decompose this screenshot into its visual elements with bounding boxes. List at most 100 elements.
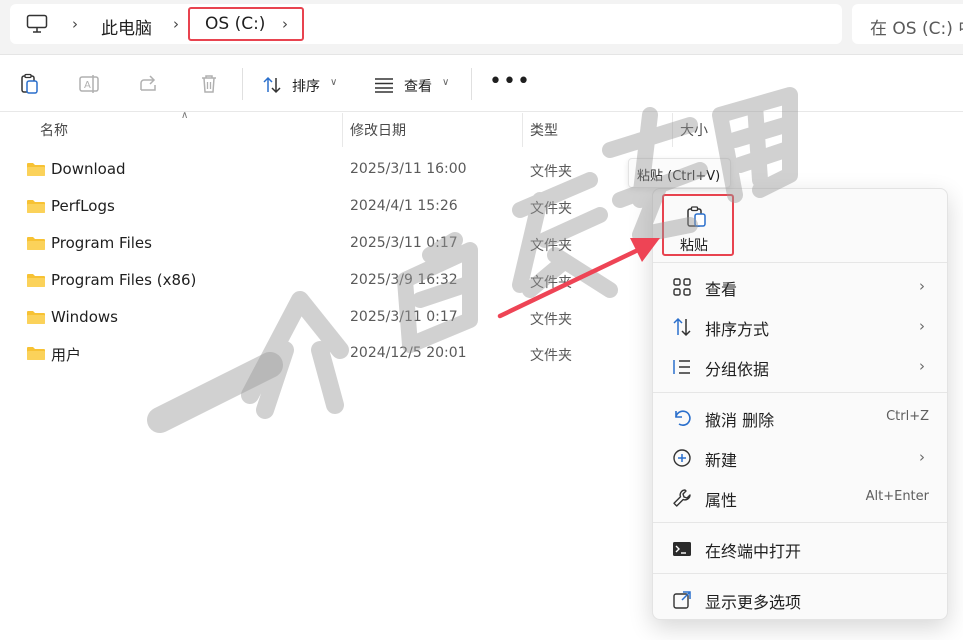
column-header-row: 名称 修改日期 类型 大小 [0,113,963,147]
menu-divider [653,262,947,263]
delete-icon[interactable] [197,72,221,96]
copy-icon[interactable] [18,72,42,96]
toolbar-divider [242,68,243,100]
computer-icon[interactable] [26,14,48,34]
sort-button[interactable]: 排序 ∨ [258,70,344,100]
sort-label: 排序 [292,79,320,95]
breadcrumb-this-pc[interactable]: 此电脑 [101,14,152,39]
menu-item-view[interactable]: 查看 › [657,269,943,305]
column-header-size[interactable]: 大小 [680,120,708,140]
menu-item-shortcut: Ctrl+Z [886,409,929,424]
share-out-icon [673,591,691,609]
column-header-type[interactable]: 类型 [530,120,558,140]
menu-divider [653,522,947,523]
menu-item-label: 在终端中打开 [705,542,802,561]
group-list-icon [673,360,690,374]
table-row[interactable]: Program Files 2025/3/11 0:17 文件夹 [0,225,640,262]
toolbar-divider [471,68,472,100]
chevron-right-icon: › [919,357,925,375]
file-name: Windows [51,308,118,326]
folder-icon [27,163,45,176]
table-row[interactable]: Program Files (x86) 2025/3/9 16:32 文件夹 [0,262,640,299]
file-name: Program Files (x86) [51,271,197,289]
wrench-icon [673,489,691,507]
menu-item-sort-by[interactable]: 排序方式 › [657,309,943,345]
menu-item-label: 新建 [705,451,738,470]
table-row[interactable]: PerfLogs 2024/4/1 15:26 文件夹 [0,188,640,225]
column-divider[interactable] [672,113,673,147]
menu-divider [653,573,947,574]
sort-up-caret-icon: ∧ [181,110,189,121]
paste-tooltip: 粘贴 (Ctrl+V) [628,158,731,188]
chevron-right-icon[interactable]: › [282,15,288,33]
terminal-icon [673,542,691,556]
table-row[interactable]: 用户 2024/12/5 20:01 文件夹 [0,335,640,372]
menu-item-label: 查看 [705,280,738,299]
chevron-right-icon[interactable]: › [173,15,179,33]
folder-icon [27,200,45,213]
undo-icon [675,410,691,426]
table-row[interactable]: Download 2025/3/11 16:00 文件夹 [0,151,640,188]
column-header-date[interactable]: 修改日期 [350,120,406,140]
menu-divider [653,392,947,393]
file-type: 文件夹 [530,201,572,217]
chevron-right-icon[interactable]: › [72,15,78,33]
file-type: 文件夹 [530,164,572,180]
address-bar[interactable]: › 此电脑 › OS (C:) › [10,4,842,44]
folder-icon [27,274,45,287]
menu-item-label: 排序方式 [705,320,770,339]
column-divider[interactable] [342,113,343,147]
svg-text:A: A [84,80,91,91]
menu-item-shortcut: Alt+Enter [865,489,929,504]
table-row[interactable]: Windows 2025/3/11 0:17 文件夹 [0,299,640,336]
view-button[interactable]: 查看 ∨ [370,70,456,100]
menu-item-group-by[interactable]: 分组依据 › [657,349,943,385]
file-name: Download [51,160,126,178]
file-date: 2025/3/11 0:17 [350,235,458,251]
menu-item-label: 分组依据 [705,360,770,379]
rename-icon[interactable]: A [77,72,101,96]
file-name: 用户 [51,346,82,364]
menu-item-label: 显示更多选项 [705,593,802,612]
chevron-right-icon: › [919,277,925,295]
breadcrumb-os-c[interactable]: OS (C:) [205,14,265,34]
menu-item-open-terminal[interactable]: 在终端中打开 [657,531,943,567]
menu-item-show-more[interactable]: 显示更多选项 [657,582,943,618]
search-placeholder: 在 OS (C:) 中搜索 [870,19,963,39]
menu-item-properties[interactable]: 属性 Alt+Enter [657,480,943,516]
folder-icon [27,237,45,250]
file-date: 2025/3/9 16:32 [350,272,458,288]
new-plus-icon [673,449,691,467]
menu-item-undo-delete[interactable]: 撤消 删除 Ctrl+Z [657,400,943,436]
sort-arrows-icon [263,76,281,94]
share-icon[interactable] [137,72,161,96]
column-divider[interactable] [522,113,523,147]
context-menu: 粘贴 查看 › 排序方式 › 分组依据 › 撤消 删除 Ctrl+Z 新建 › … [652,188,948,620]
file-date: 2025/3/11 0:17 [350,309,458,325]
column-header-name[interactable]: 名称 [40,120,68,140]
more-dots-icon[interactable]: ••• [489,71,531,93]
file-type: 文件夹 [530,238,572,254]
file-date: 2025/3/11 16:00 [350,161,467,177]
file-date: 2024/12/5 20:01 [350,345,467,361]
chevron-right-icon: › [919,317,925,335]
grid-icon [673,278,691,296]
file-type: 文件夹 [530,312,572,328]
chevron-right-icon: › [919,448,925,466]
sort-icon [673,317,691,337]
view-lines-icon [375,78,393,93]
address-toolbar: › 此电脑 › OS (C:) › 在 OS (C:) 中搜索 [0,0,963,55]
search-box[interactable]: 在 OS (C:) 中搜索 [852,4,963,44]
paste-icon [687,206,706,227]
paste-label: 粘贴 [680,238,708,254]
menu-item-new[interactable]: 新建 › [657,440,943,476]
paste-quick-button[interactable]: 粘贴 [662,194,734,256]
menu-item-label: 属性 [705,491,738,510]
command-bar: A 排序 ∨ 查看 ∨ [0,56,963,112]
file-name: PerfLogs [51,197,115,215]
view-label: 查看 [404,79,432,95]
file-name: Program Files [51,234,152,252]
menu-item-label: 撤消 删除 [705,411,775,430]
folder-icon [27,311,45,324]
file-type: 文件夹 [530,348,572,364]
